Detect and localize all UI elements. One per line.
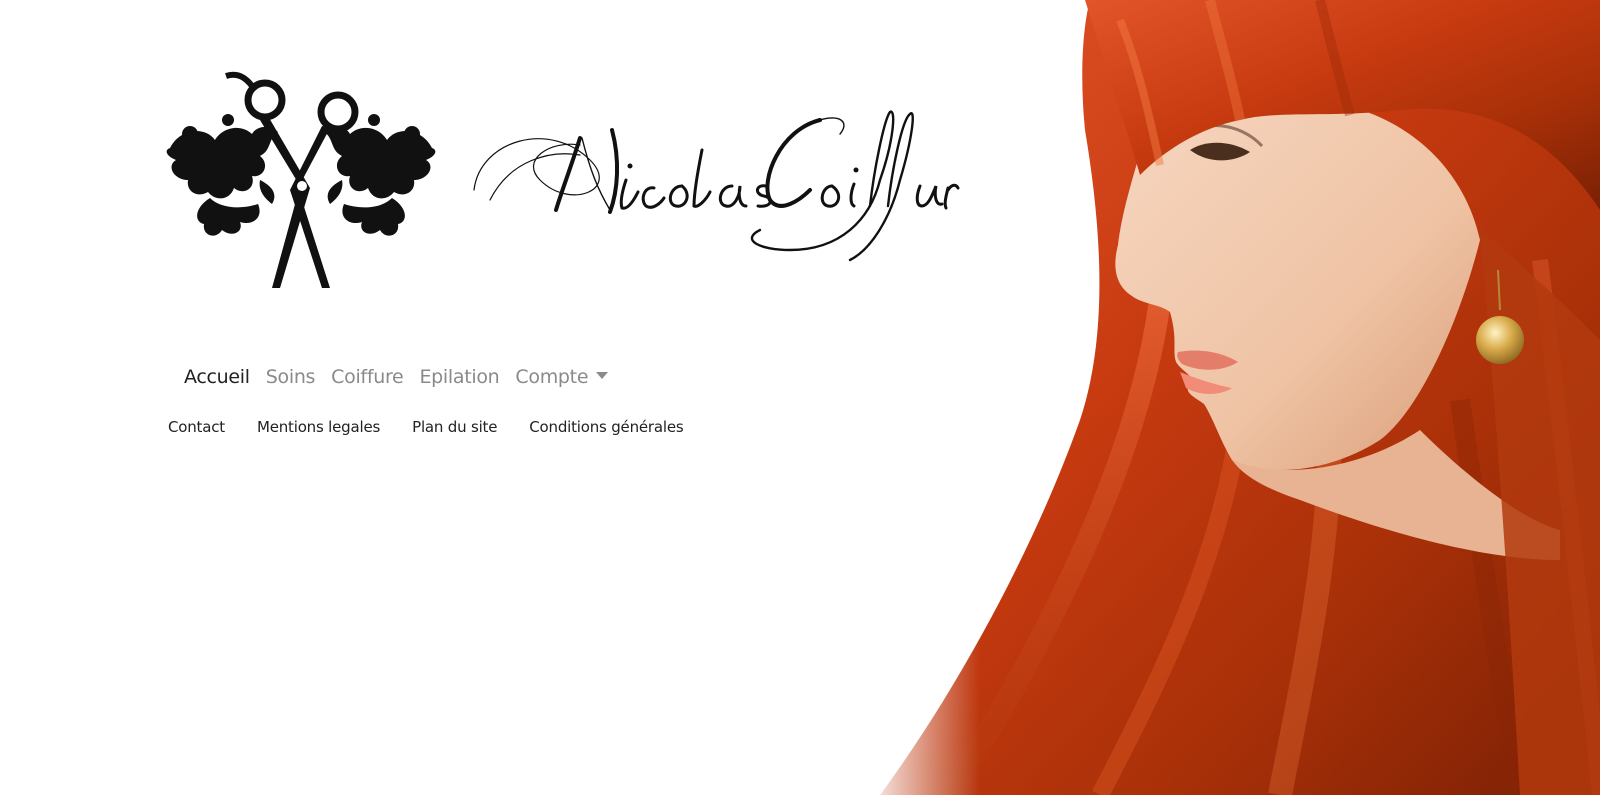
brand-wordmark[interactable] bbox=[470, 100, 960, 270]
page: Accueil Soins Coiffure Epilation Compte … bbox=[0, 0, 1600, 795]
nav-item-compte-dropdown[interactable]: Compte bbox=[507, 366, 616, 388]
caret-down-icon bbox=[596, 372, 609, 379]
nav-item-epilation[interactable]: Epilation bbox=[411, 366, 507, 388]
scissors-floral-icon[interactable] bbox=[160, 68, 442, 298]
main-nav: Accueil Soins Coiffure Epilation Compte bbox=[176, 366, 616, 388]
link-contact[interactable]: Contact bbox=[168, 418, 225, 436]
link-plan-du-site[interactable]: Plan du site bbox=[412, 418, 497, 436]
link-mentions-legales[interactable]: Mentions legales bbox=[257, 418, 380, 436]
nav-item-accueil[interactable]: Accueil bbox=[176, 366, 258, 388]
footer-links-nav: Contact Mentions legales Plan du site Co… bbox=[168, 418, 715, 436]
nav-item-compte-label: Compte bbox=[515, 366, 589, 388]
nav-item-coiffure[interactable]: Coiffure bbox=[323, 366, 411, 388]
hero-image bbox=[860, 0, 1600, 795]
nav-item-soins[interactable]: Soins bbox=[258, 366, 323, 388]
link-conditions-generales[interactable]: Conditions générales bbox=[529, 418, 683, 436]
